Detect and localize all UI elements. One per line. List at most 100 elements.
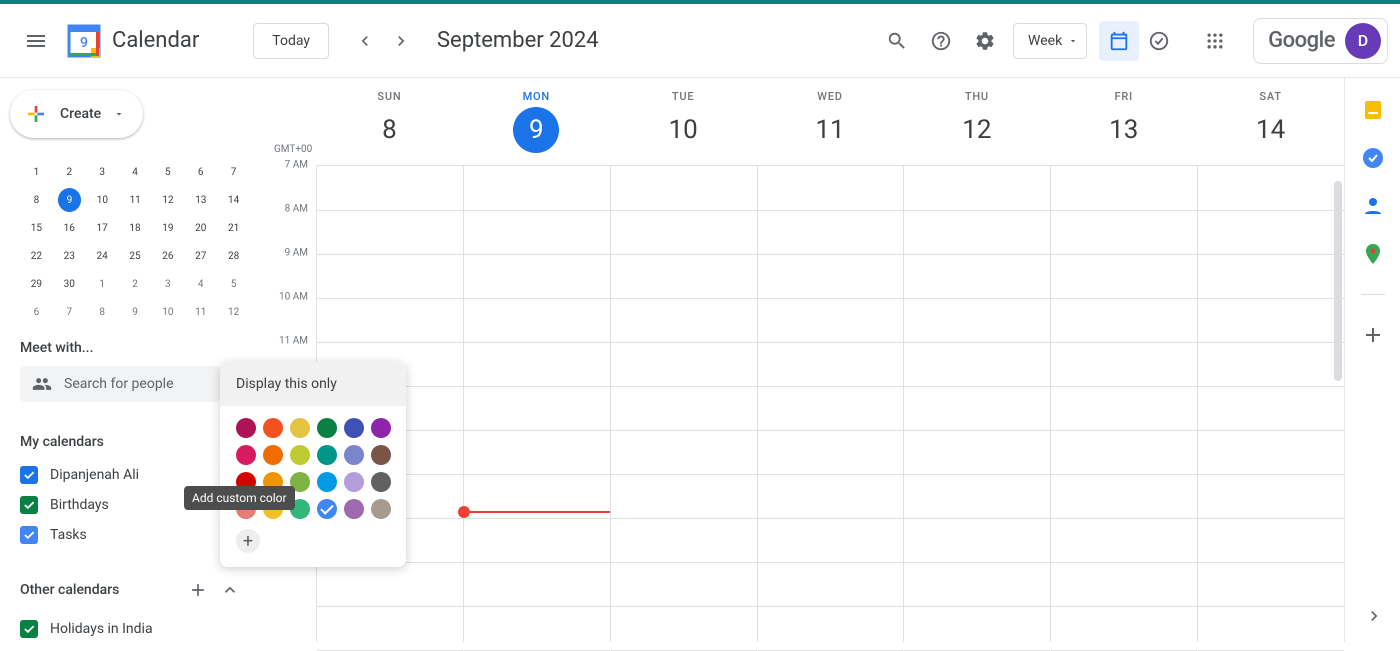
mini-calendar[interactable]: 1234567891011121314151617181920212223242… [20, 158, 250, 326]
day-header[interactable]: SAT14 [1197, 78, 1344, 153]
tasks-mode-button[interactable] [1139, 21, 1179, 61]
support-button[interactable] [921, 21, 961, 61]
search-people-input[interactable]: Search for people [20, 366, 220, 402]
calendar-mode-button[interactable] [1099, 21, 1139, 61]
mini-cal-day[interactable]: 23 [53, 242, 86, 270]
calendar-item[interactable]: Holidays in India [20, 614, 250, 642]
mini-cal-day[interactable]: 9 [119, 298, 152, 326]
mini-cal-day[interactable]: 8 [20, 186, 53, 214]
calendar-checkbox[interactable] [20, 466, 38, 484]
settings-button[interactable] [965, 21, 1005, 61]
mini-cal-day[interactable]: 2 [119, 270, 152, 298]
color-swatch[interactable] [236, 445, 256, 465]
prev-period-button[interactable] [349, 25, 381, 57]
mini-cal-day[interactable]: 6 [184, 158, 217, 186]
mini-cal-day[interactable]: 2 [53, 158, 86, 186]
mini-cal-day[interactable]: 19 [151, 214, 184, 242]
mini-cal-day[interactable]: 8 [86, 298, 119, 326]
day-header[interactable]: WED11 [757, 78, 904, 153]
mini-cal-day[interactable]: 15 [20, 214, 53, 242]
color-swatch[interactable] [317, 499, 337, 519]
day-column[interactable] [610, 166, 757, 642]
mini-cal-day[interactable]: 5 [151, 158, 184, 186]
mini-cal-day[interactable]: 9 [58, 188, 81, 212]
mini-cal-day[interactable]: 12 [217, 298, 250, 326]
mini-cal-day[interactable]: 7 [217, 158, 250, 186]
day-number[interactable]: 9 [513, 107, 559, 153]
google-apps-button[interactable] [1195, 21, 1235, 61]
mini-cal-day[interactable]: 18 [119, 214, 152, 242]
mini-cal-day[interactable]: 30 [53, 270, 86, 298]
mini-cal-day[interactable]: 1 [20, 158, 53, 186]
color-swatch[interactable] [371, 472, 391, 492]
color-swatch[interactable] [236, 418, 256, 438]
scrollbar-thumb[interactable] [1334, 181, 1342, 381]
display-this-only-button[interactable]: Display this only [220, 362, 406, 406]
mini-cal-day[interactable]: 4 [184, 270, 217, 298]
color-swatch[interactable] [290, 418, 310, 438]
color-swatch[interactable] [317, 418, 337, 438]
get-addons-button[interactable] [1361, 323, 1385, 347]
calendar-checkbox[interactable] [20, 526, 38, 544]
tasks-addon-icon[interactable] [1361, 146, 1385, 170]
color-swatch[interactable] [263, 445, 283, 465]
mini-cal-day[interactable]: 5 [217, 270, 250, 298]
maps-addon-icon[interactable] [1361, 242, 1385, 266]
view-selector[interactable]: Week [1013, 23, 1087, 59]
mini-cal-day[interactable]: 6 [20, 298, 53, 326]
calendar-checkbox[interactable] [20, 620, 38, 638]
contacts-addon-icon[interactable] [1361, 194, 1385, 218]
mini-cal-day[interactable]: 29 [20, 270, 53, 298]
add-custom-color-button[interactable]: + [236, 529, 260, 553]
mini-cal-day[interactable]: 3 [86, 158, 119, 186]
search-button[interactable] [877, 21, 917, 61]
day-number[interactable]: 14 [1248, 107, 1294, 153]
today-button[interactable]: Today [253, 23, 329, 59]
mini-cal-day[interactable]: 16 [53, 214, 86, 242]
color-swatch[interactable] [317, 445, 337, 465]
mini-cal-day[interactable]: 17 [86, 214, 119, 242]
color-swatch[interactable] [344, 418, 364, 438]
day-number[interactable]: 8 [366, 107, 412, 153]
day-header[interactable]: MON9 [463, 78, 610, 153]
day-header[interactable]: THU12 [903, 78, 1050, 153]
keep-addon-icon[interactable] [1361, 98, 1385, 122]
day-number[interactable]: 13 [1101, 107, 1147, 153]
mini-cal-day[interactable]: 13 [184, 186, 217, 214]
account-brand[interactable]: Google D [1253, 18, 1388, 64]
mini-cal-day[interactable]: 3 [151, 270, 184, 298]
next-period-button[interactable] [385, 25, 417, 57]
mini-cal-day[interactable]: 14 [217, 186, 250, 214]
mini-cal-day[interactable]: 28 [217, 242, 250, 270]
main-menu-button[interactable] [12, 17, 60, 65]
day-header[interactable]: SUN8 [316, 78, 463, 153]
calendar-item[interactable]: Tasks [20, 520, 250, 550]
mini-cal-day[interactable]: 27 [184, 242, 217, 270]
day-header[interactable]: FRI13 [1050, 78, 1197, 153]
day-column[interactable] [757, 166, 904, 642]
day-number[interactable]: 12 [954, 107, 1000, 153]
color-swatch[interactable] [317, 472, 337, 492]
day-header[interactable]: TUE10 [610, 78, 757, 153]
color-swatch[interactable] [371, 418, 391, 438]
mini-cal-day[interactable]: 25 [119, 242, 152, 270]
color-swatch[interactable] [263, 418, 283, 438]
day-column[interactable] [1197, 166, 1344, 642]
mini-cal-day[interactable]: 11 [119, 186, 152, 214]
mini-cal-day[interactable]: 24 [86, 242, 119, 270]
mini-cal-day[interactable]: 26 [151, 242, 184, 270]
color-swatch[interactable] [290, 445, 310, 465]
day-number[interactable]: 11 [807, 107, 853, 153]
mini-cal-day[interactable]: 21 [217, 214, 250, 242]
mini-cal-day[interactable]: 10 [151, 298, 184, 326]
color-swatch[interactable] [344, 472, 364, 492]
mini-cal-day[interactable]: 4 [119, 158, 152, 186]
mini-cal-day[interactable]: 12 [152, 186, 185, 214]
mini-cal-day[interactable]: 10 [86, 186, 119, 214]
hide-side-panel-button[interactable] [1364, 606, 1384, 630]
create-button[interactable]: Create [10, 90, 143, 138]
color-swatch[interactable] [371, 445, 391, 465]
color-swatch[interactable] [371, 499, 391, 519]
mini-cal-day[interactable]: 7 [53, 298, 86, 326]
day-column[interactable] [1050, 166, 1197, 642]
